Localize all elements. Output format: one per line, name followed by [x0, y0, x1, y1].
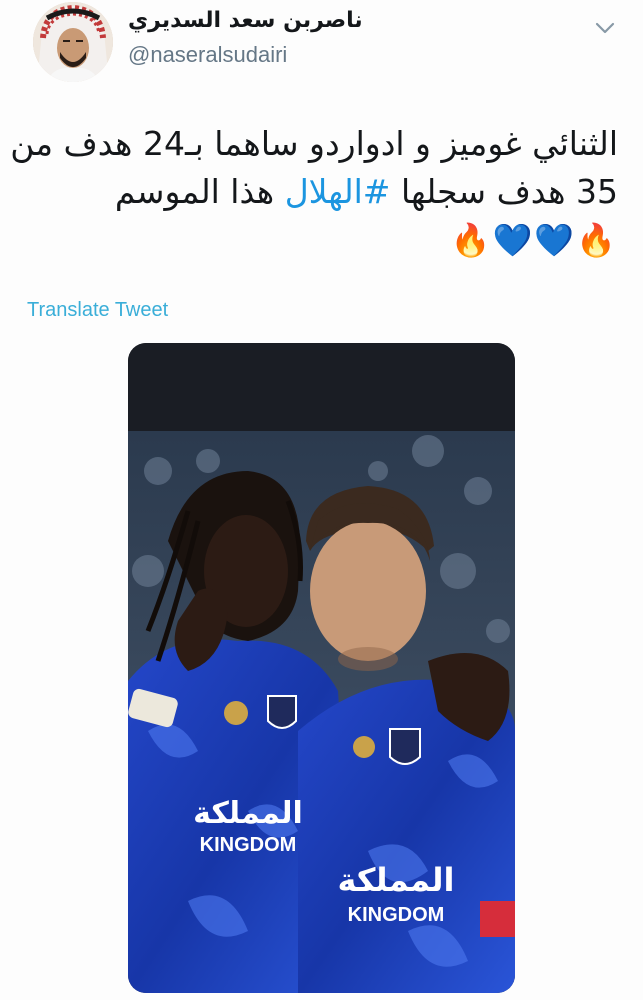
- user-avatar-icon: [33, 2, 113, 82]
- sponsor-text-arabic-left: المملكة: [193, 796, 303, 831]
- tweet-text-line-2: 35 هدف سجلها #الهلال هذا الموسم: [18, 168, 618, 216]
- media-letterbox: [128, 343, 515, 431]
- sponsor-text-latin-right: KINGDOM: [348, 904, 445, 926]
- sponsor-text-latin-left: KINGDOM: [200, 834, 297, 856]
- translate-tweet-link[interactable]: Translate Tweet: [27, 299, 168, 322]
- players-photo: المملكة KINGDOM المملكة KINGDOM: [128, 431, 515, 993]
- sponsor-text-arabic-right: المملكة: [338, 861, 455, 899]
- tweet-text-segment: هذا الموسم: [114, 172, 285, 211]
- chevron-down-icon[interactable]: [593, 18, 617, 38]
- tweet-text: الثنائي غوميز و ادواردو ساهما بـ24 هدف م…: [10, 120, 618, 264]
- emoji-row: 🔥💙💙🔥: [450, 221, 618, 259]
- author-display-name[interactable]: ناصربن سعد السديري: [128, 8, 363, 33]
- author-handle[interactable]: @naseralsudairi: [128, 42, 287, 68]
- tweet-media[interactable]: المملكة KINGDOM المملكة KINGDOM: [128, 343, 515, 993]
- tweet-text-segment: الثنائي غوميز و ادواردو ساهما بـ24 هدف م…: [10, 124, 618, 163]
- tweet-text-line-1: الثنائي غوميز و ادواردو ساهما بـ24 هدف م…: [10, 120, 618, 168]
- tweet-text-segment: 35 هدف سجلها: [390, 172, 618, 211]
- hashtag-link[interactable]: #الهلال: [285, 172, 391, 211]
- author-avatar[interactable]: [33, 2, 113, 82]
